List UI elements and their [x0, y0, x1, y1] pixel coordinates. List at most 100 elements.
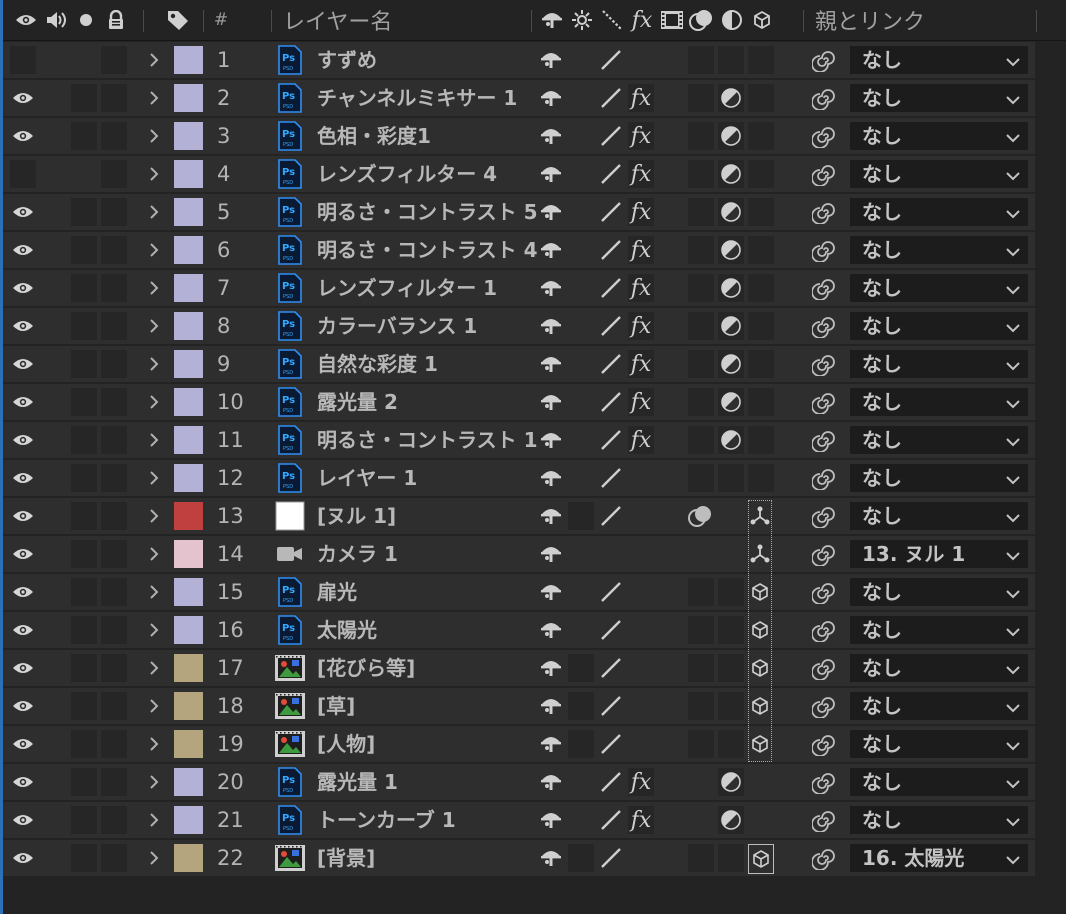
- frame-blend-toggle[interactable]: [688, 236, 714, 264]
- frame-blend-toggle[interactable]: [688, 388, 714, 416]
- layer-name[interactable]: 露光量 1: [317, 764, 398, 800]
- audio-toggle[interactable]: [71, 540, 97, 568]
- solo-toggle[interactable]: [101, 46, 127, 74]
- solo-toggle[interactable]: [101, 160, 127, 188]
- layer-name[interactable]: カメラ 1: [317, 536, 398, 572]
- expand-chevron-icon[interactable]: [146, 844, 162, 872]
- solo-toggle[interactable]: [101, 578, 127, 606]
- audio-toggle[interactable]: [71, 844, 97, 872]
- audio-speaker-icon[interactable]: [43, 0, 69, 40]
- column-layer-name-header[interactable]: レイヤー名: [283, 0, 392, 40]
- video-visibility-toggle[interactable]: [10, 692, 36, 720]
- column-number-header[interactable]: #: [211, 0, 231, 40]
- frame-blend-toggle[interactable]: [688, 274, 714, 302]
- label-color-swatch[interactable]: [174, 274, 203, 302]
- layer-name[interactable]: [草]: [317, 688, 355, 724]
- parent-pick-whip-icon[interactable]: [811, 578, 837, 606]
- 3d-layer-toggle[interactable]: [748, 122, 774, 150]
- solo-toggle[interactable]: [101, 426, 127, 454]
- adjustment-layer-icon[interactable]: [718, 198, 744, 226]
- parent-select[interactable]: なし: [850, 654, 1028, 682]
- parent-select[interactable]: なし: [850, 312, 1028, 340]
- adjustment-layer-icon[interactable]: [718, 236, 744, 264]
- layer-row[interactable]: 15 Ps PSD 扉光 なし: [3, 574, 1035, 610]
- adjustment-layer-icon[interactable]: [718, 806, 744, 834]
- expand-chevron-icon[interactable]: [146, 350, 162, 378]
- layer-row[interactable]: 21 Ps PSD トーンカーブ 1 fx なし: [3, 802, 1035, 838]
- label-color-swatch[interactable]: [174, 578, 203, 606]
- adjustment-layer-icon[interactable]: [718, 274, 744, 302]
- shy-switch-icon[interactable]: [538, 46, 564, 74]
- 3d-layer-toggle[interactable]: [748, 388, 774, 416]
- motion-blur-toggle[interactable]: [718, 844, 744, 872]
- 3d-layer-toggle[interactable]: [748, 350, 774, 378]
- effect-fx-icon[interactable]: fx: [628, 274, 654, 302]
- solo-toggle[interactable]: [101, 502, 127, 530]
- shy-switch-icon[interactable]: [538, 540, 564, 568]
- parent-select[interactable]: なし: [850, 806, 1028, 834]
- label-color-swatch[interactable]: [174, 806, 203, 834]
- video-visibility-toggle[interactable]: [10, 312, 36, 340]
- frame-blend-toggle[interactable]: [688, 730, 714, 758]
- video-switch-eye-icon[interactable]: [13, 0, 39, 40]
- audio-toggle[interactable]: [71, 122, 97, 150]
- frame-blend-toggle[interactable]: [688, 198, 714, 226]
- parent-select[interactable]: 16. 太陽光: [850, 844, 1028, 872]
- audio-toggle[interactable]: [71, 578, 97, 606]
- video-visibility-toggle[interactable]: [10, 46, 36, 74]
- layer-row[interactable]: 4 Ps PSD レンズフィルター 4 fx なし: [3, 156, 1035, 192]
- expand-chevron-icon[interactable]: [146, 236, 162, 264]
- shy-switch-icon[interactable]: [538, 616, 564, 644]
- shy-switch-icon[interactable]: [538, 198, 564, 226]
- layer-name[interactable]: カラーバランス 1: [317, 308, 477, 344]
- effect-fx-icon[interactable]: fx: [628, 160, 654, 188]
- 3d-layer-toggle[interactable]: [748, 46, 774, 74]
- shy-switch-icon[interactable]: [538, 578, 564, 606]
- layer-row[interactable]: 9 Ps PSD 自然な彩度 1 fx なし: [3, 346, 1035, 382]
- frame-blend-toggle[interactable]: [688, 844, 714, 872]
- parent-select[interactable]: なし: [850, 274, 1028, 302]
- parent-pick-whip-icon[interactable]: [811, 464, 837, 492]
- label-color-swatch[interactable]: [174, 844, 203, 872]
- layer-name[interactable]: レンズフィルター 4: [317, 156, 497, 192]
- expand-chevron-icon[interactable]: [146, 654, 162, 682]
- collapse-toggle[interactable]: [568, 844, 594, 872]
- expand-chevron-icon[interactable]: [146, 84, 162, 112]
- motion-blur-toggle[interactable]: [718, 464, 744, 492]
- layer-row[interactable]: 17 [花びら等] なし: [3, 650, 1035, 686]
- solo-dot-icon[interactable]: [73, 0, 99, 40]
- solo-toggle[interactable]: [101, 350, 127, 378]
- layer-row[interactable]: 1 Ps PSD すずめ なし: [3, 42, 1035, 78]
- frame-blend-toggle[interactable]: [688, 84, 714, 112]
- label-color-swatch[interactable]: [174, 312, 203, 340]
- layer-name[interactable]: すずめ: [317, 42, 377, 78]
- layer-row[interactable]: 3 Ps PSD 色相・彩度1 fx なし: [3, 118, 1035, 154]
- quality-slash-icon[interactable]: [598, 730, 624, 758]
- parent-pick-whip-icon[interactable]: [811, 350, 837, 378]
- motion-blur-icon[interactable]: [687, 502, 715, 530]
- 3d-layer-cube-icon[interactable]: [748, 844, 774, 874]
- quality-slash-icon[interactable]: [598, 768, 624, 796]
- layer-row[interactable]: 12 Ps PSD レイヤー 1 なし: [3, 460, 1035, 496]
- quality-slash-icon[interactable]: [598, 654, 624, 682]
- solo-toggle[interactable]: [101, 654, 127, 682]
- audio-toggle[interactable]: [71, 84, 97, 112]
- parent-pick-whip-icon[interactable]: [811, 312, 837, 340]
- expand-chevron-icon[interactable]: [146, 274, 162, 302]
- expand-chevron-icon[interactable]: [146, 388, 162, 416]
- quality-slash-icon[interactable]: [598, 236, 624, 264]
- quality-slash-icon[interactable]: [598, 502, 624, 530]
- label-color-swatch[interactable]: [174, 388, 203, 416]
- quality-slash-icon[interactable]: [598, 198, 624, 226]
- audio-toggle[interactable]: [71, 350, 97, 378]
- frame-blend-toggle[interactable]: [688, 654, 714, 682]
- expand-chevron-icon[interactable]: [146, 616, 162, 644]
- layer-name[interactable]: 色相・彩度1: [317, 118, 431, 154]
- quality-slash-icon[interactable]: [598, 426, 624, 454]
- layer-name[interactable]: トーンカーブ 1: [317, 802, 456, 838]
- audio-toggle[interactable]: [71, 616, 97, 644]
- frame-blend-toggle[interactable]: [688, 578, 714, 606]
- layer-name[interactable]: レイヤー 1: [317, 460, 417, 496]
- audio-toggle[interactable]: [71, 236, 97, 264]
- label-color-swatch[interactable]: [174, 730, 203, 758]
